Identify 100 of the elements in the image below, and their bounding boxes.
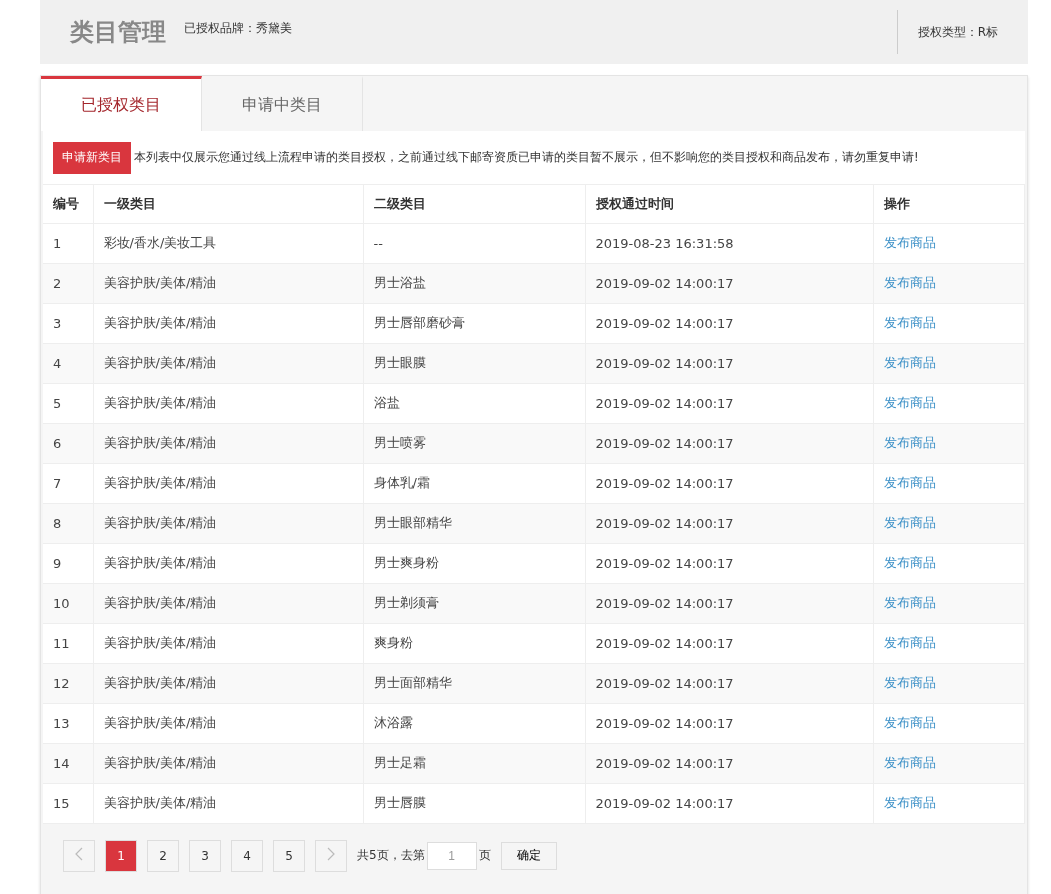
table-cell: 彩妆/香水/美妆工具	[93, 223, 363, 263]
table-cell: 男士唇部磨砂膏	[363, 303, 585, 343]
table-cell: 2019-09-02 14:00:17	[585, 663, 873, 703]
table-cell: 美容护肤/美体/精油	[93, 703, 363, 743]
publish-link[interactable]: 发布商品	[883, 395, 936, 410]
table-cell: 2019-09-02 14:00:17	[585, 543, 873, 583]
table-cell: 美容护肤/美体/精油	[93, 583, 363, 623]
column-header: 授权通过时间	[585, 185, 873, 223]
table-cell: --	[363, 223, 585, 263]
page-button[interactable]: 3	[189, 839, 221, 872]
table-cell: 男士剃须膏	[363, 583, 585, 623]
auth-type-label: 授权类型：R标	[917, 23, 998, 41]
table-cell: 美容护肤/美体/精油	[93, 423, 363, 463]
table-cell: 2019-09-02 14:00:17	[585, 463, 873, 503]
table-cell: 10	[43, 583, 93, 623]
chevron-left-icon	[74, 847, 84, 861]
publish-link[interactable]: 发布商品	[883, 755, 936, 770]
table-cell: 7	[43, 463, 93, 503]
table-cell: 2019-09-02 14:00:17	[585, 383, 873, 423]
page-button[interactable]: 2	[147, 839, 179, 872]
total-pages-label: 共5页，去第	[357, 847, 425, 864]
table-cell: 12	[43, 663, 93, 703]
table-cell: 男士唇膜	[363, 783, 585, 823]
table-cell: 8	[43, 503, 93, 543]
table-cell: 11	[43, 623, 93, 663]
table-cell: 2019-09-02 14:00:17	[585, 743, 873, 783]
publish-link[interactable]: 发布商品	[883, 555, 936, 570]
publish-link[interactable]: 发布商品	[883, 715, 936, 730]
table-cell: 美容护肤/美体/精油	[93, 383, 363, 423]
table-cell: 男士足霜	[363, 743, 585, 783]
publish-link[interactable]: 发布商品	[883, 595, 936, 610]
table-cell: 美容护肤/美体/精油	[93, 503, 363, 543]
table-cell: 2019-09-02 14:00:17	[585, 703, 873, 743]
publish-link[interactable]: 发布商品	[883, 475, 936, 490]
table-cell: 美容护肤/美体/精油	[93, 463, 363, 503]
publish-link[interactable]: 发布商品	[883, 315, 936, 330]
table-cell: 2019-09-02 14:00:17	[585, 303, 873, 343]
table-cell: 9	[43, 543, 93, 583]
previous-page-button[interactable]	[63, 839, 95, 872]
chevron-right-icon	[326, 847, 336, 861]
table-cell: 2019-09-02 14:00:17	[585, 583, 873, 623]
page-button[interactable]: 1	[105, 839, 137, 872]
column-header: 一级类目	[93, 185, 363, 223]
publish-link[interactable]: 发布商品	[883, 355, 936, 370]
table-cell: 美容护肤/美体/精油	[93, 783, 363, 823]
brand-label: 已授权品牌：秀黛美	[184, 20, 292, 37]
publish-link[interactable]: 发布商品	[883, 675, 936, 690]
table-cell: 2019-09-02 14:00:17	[585, 503, 873, 543]
table-cell: 15	[43, 783, 93, 823]
table-cell: 2019-09-02 14:00:17	[585, 263, 873, 303]
table-cell: 2019-09-02 14:00:17	[585, 343, 873, 383]
page-title: 类目管理	[70, 17, 166, 48]
table-cell: 14	[43, 743, 93, 783]
table-cell: 2	[43, 263, 93, 303]
table-cell: 男士眼部精华	[363, 503, 585, 543]
table-cell: 13	[43, 703, 93, 743]
table-cell: 男士爽身粉	[363, 543, 585, 583]
table-cell: 美容护肤/美体/精油	[93, 343, 363, 383]
table-cell: 爽身粉	[363, 623, 585, 663]
next-page-button[interactable]	[315, 839, 347, 872]
page-button[interactable]: 5	[273, 839, 305, 872]
table-cell: 2019-09-02 14:00:17	[585, 623, 873, 663]
table-cell: 沐浴露	[363, 703, 585, 743]
publish-link[interactable]: 发布商品	[883, 635, 936, 650]
publish-link[interactable]: 发布商品	[883, 515, 936, 530]
column-header: 编号	[43, 185, 93, 223]
column-header: 二级类目	[363, 185, 585, 223]
table-cell: 男士面部精华	[363, 663, 585, 703]
page-input[interactable]: 1	[426, 841, 477, 870]
table-cell: 身体乳/霜	[363, 463, 585, 503]
publish-link[interactable]: 发布商品	[883, 795, 936, 810]
column-header: 操作	[873, 185, 1025, 223]
apply-button[interactable]: 申请新类目	[53, 141, 131, 174]
table-cell: 男士喷雾	[363, 423, 585, 463]
tab[interactable]: 申请中类目	[202, 76, 363, 131]
table-cell: 3	[43, 303, 93, 343]
confirm-button[interactable]: 确定	[500, 841, 557, 870]
table-cell: 5	[43, 383, 93, 423]
tab[interactable]: 已授权类目	[41, 76, 202, 131]
table-cell: 美容护肤/美体/精油	[93, 543, 363, 583]
table-cell: 浴盐	[363, 383, 585, 423]
table-cell: 1	[43, 223, 93, 263]
page-unit-label: 页	[478, 847, 491, 864]
table-cell: 美容护肤/美体/精油	[93, 743, 363, 783]
publish-link[interactable]: 发布商品	[883, 235, 936, 250]
table-cell: 2019-09-02 14:00:17	[585, 783, 873, 823]
table-cell: 2019-09-02 14:00:17	[585, 423, 873, 463]
table-cell: 美容护肤/美体/精油	[93, 663, 363, 703]
table-cell: 美容护肤/美体/精油	[93, 263, 363, 303]
table-cell: 6	[43, 423, 93, 463]
table-cell: 男士浴盐	[363, 263, 585, 303]
notice-text: 本列表中仅展示您通过线上流程申请的类目授权，之前通过线下邮寄资质已申请的类目暂不展示，但不影响您的类目授权和商品发布，请勿重复申请!	[134, 150, 919, 165]
publish-link[interactable]: 发布商品	[883, 275, 936, 290]
page-button[interactable]: 4	[231, 839, 263, 872]
table-cell: 美容护肤/美体/精油	[93, 303, 363, 343]
table-cell: 2019-08-23 16:31:58	[585, 223, 873, 263]
table-cell: 男士眼膜	[363, 343, 585, 383]
table-cell: 4	[43, 343, 93, 383]
publish-link[interactable]: 发布商品	[883, 435, 936, 450]
table-cell: 美容护肤/美体/精油	[93, 623, 363, 663]
